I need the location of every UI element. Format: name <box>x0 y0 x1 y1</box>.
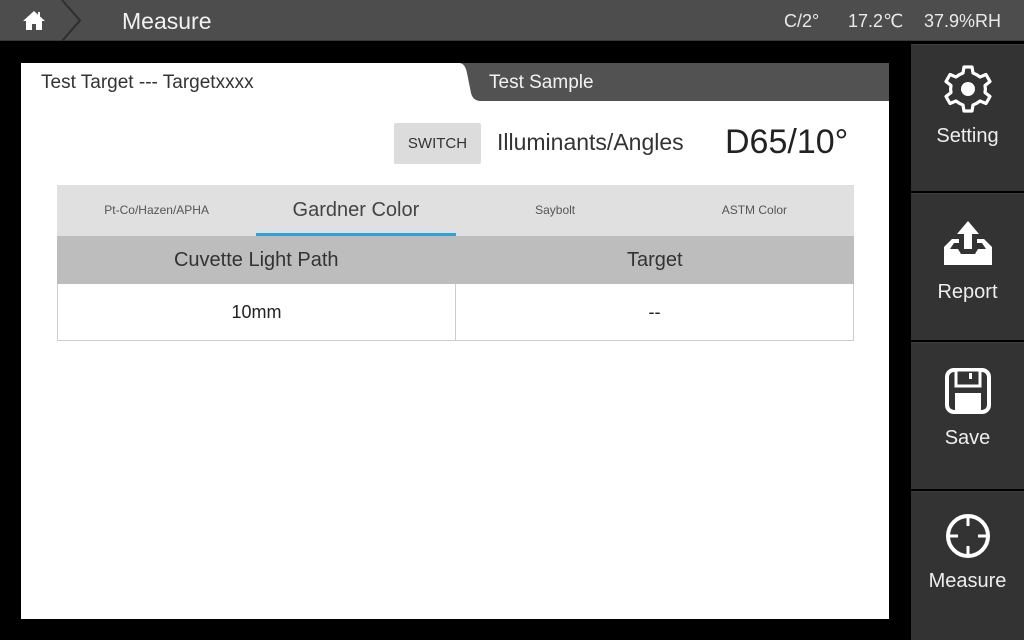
header-cuvette-light-path: Cuvette Light Path <box>173 249 339 271</box>
tab-test-sample-label: Test Sample <box>489 72 594 93</box>
action-sidebar: Setting Report Save Measure <box>911 42 1024 640</box>
illuminants-angles-label: Illuminants/Angles <box>497 129 684 155</box>
crosshair-icon <box>945 514 990 558</box>
gear-icon <box>943 65 992 113</box>
measure-label: Measure <box>928 570 1007 592</box>
upload-tray-icon <box>943 221 992 265</box>
top-bar: Measure C/2° 17.2℃ 37.9%RH <box>0 0 1024 41</box>
tab-astm-color[interactable]: ASTM Color <box>655 185 854 236</box>
tab-pt-co-hazen-apha[interactable]: Pt-Co/Hazen/APHA <box>57 185 256 236</box>
report-label: Report <box>937 281 998 303</box>
tab-test-target-label: Test Target --- Targetxxxx <box>41 72 254 93</box>
tab-gardner-color[interactable]: Gardner Color <box>256 185 456 236</box>
tab-test-sample[interactable]: Test Sample <box>459 63 889 101</box>
humidity-status: 37.9%RH <box>924 11 1002 31</box>
home-button[interactable] <box>0 0 82 41</box>
breadcrumb-chevron-icon <box>61 0 82 41</box>
illuminants-angles-value: D65/10° <box>725 123 849 161</box>
cell-cuvette-light-path[interactable]: 10mm <box>58 284 455 340</box>
temperature-status: 17.2℃ <box>848 11 904 31</box>
results-table: Cuvette Light Path Target 10mm -- <box>57 236 854 341</box>
measure-button[interactable]: Measure <box>911 491 1024 640</box>
home-icon <box>23 11 45 30</box>
header-target: Target <box>626 249 683 271</box>
main-panel: Test Target --- Targetxxxx Test Sample S… <box>21 63 889 619</box>
floppy-disk-icon <box>944 368 991 414</box>
color-method-tabs: Pt-Co/Hazen/APHA Gardner Color Saybolt A… <box>57 185 854 236</box>
setting-label: Setting <box>936 125 999 147</box>
cell-target: -- <box>455 284 853 340</box>
table-header: Cuvette Light Path Target <box>57 236 854 284</box>
report-button[interactable]: Report <box>911 193 1024 340</box>
observer-mode-status: C/2° <box>784 11 820 31</box>
save-button[interactable]: Save <box>911 342 1024 489</box>
tab-test-target[interactable]: Test Target --- Targetxxxx <box>21 63 471 101</box>
setting-button[interactable]: Setting <box>911 44 1024 191</box>
table-row: 10mm -- <box>57 284 854 341</box>
tab-saybolt[interactable]: Saybolt <box>456 185 655 236</box>
switch-button[interactable]: SWITCH <box>394 123 481 164</box>
save-label: Save <box>944 427 991 449</box>
page-title: Measure <box>122 8 212 34</box>
